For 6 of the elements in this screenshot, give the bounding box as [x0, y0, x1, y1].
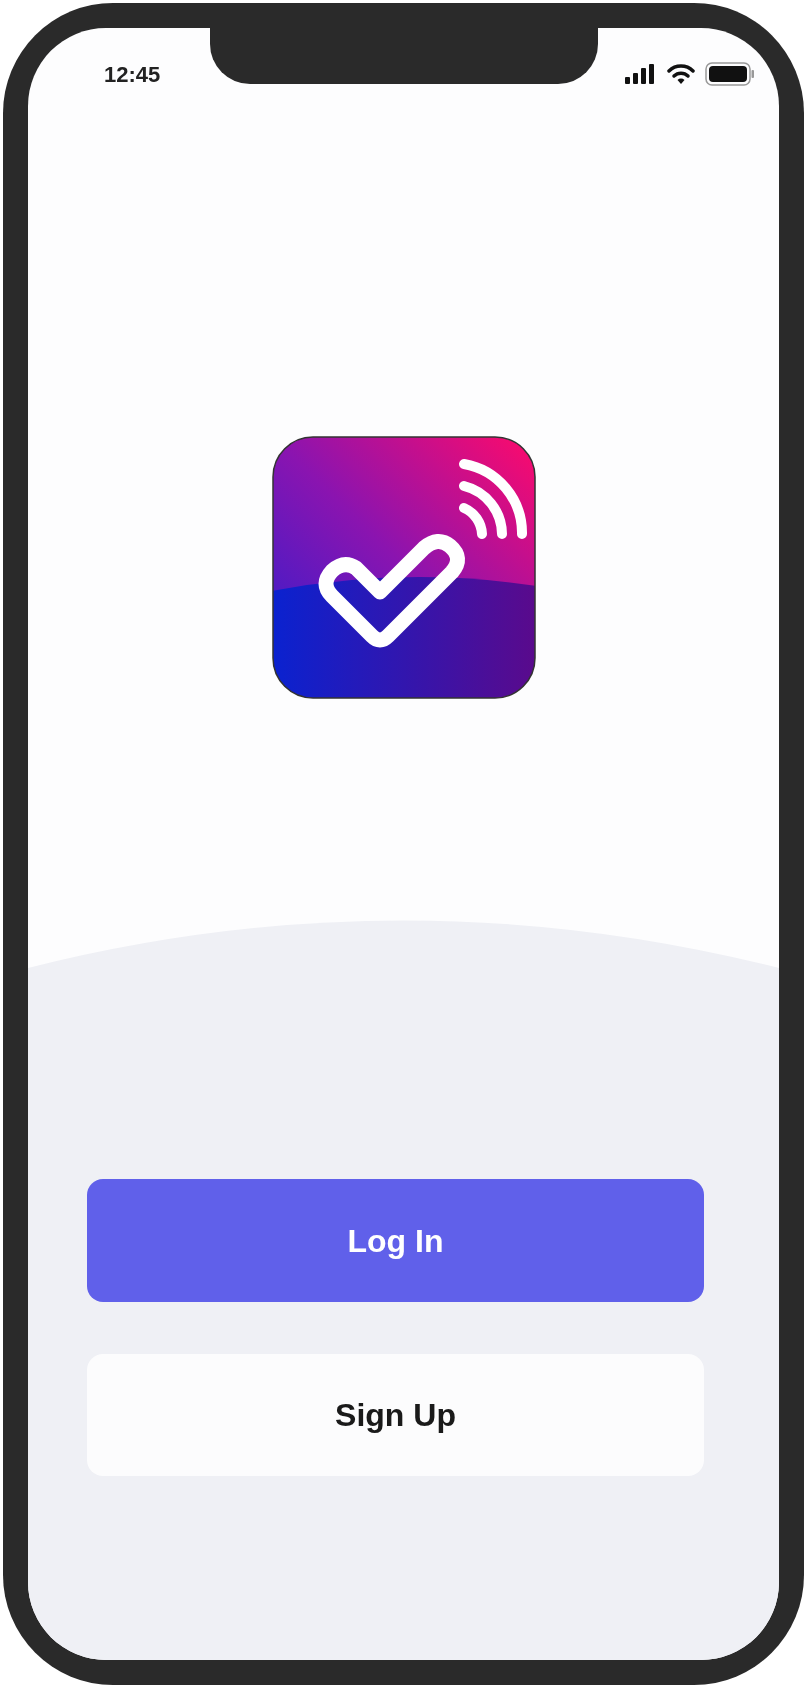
- log-in-button[interactable]: Log In: [87, 1179, 704, 1302]
- sign-up-button[interactable]: Sign Up: [87, 1354, 704, 1476]
- wifi-icon: [667, 63, 695, 85]
- status-time: 12:45: [104, 60, 161, 89]
- signal-icon: [625, 64, 657, 84]
- battery-icon: [705, 62, 755, 86]
